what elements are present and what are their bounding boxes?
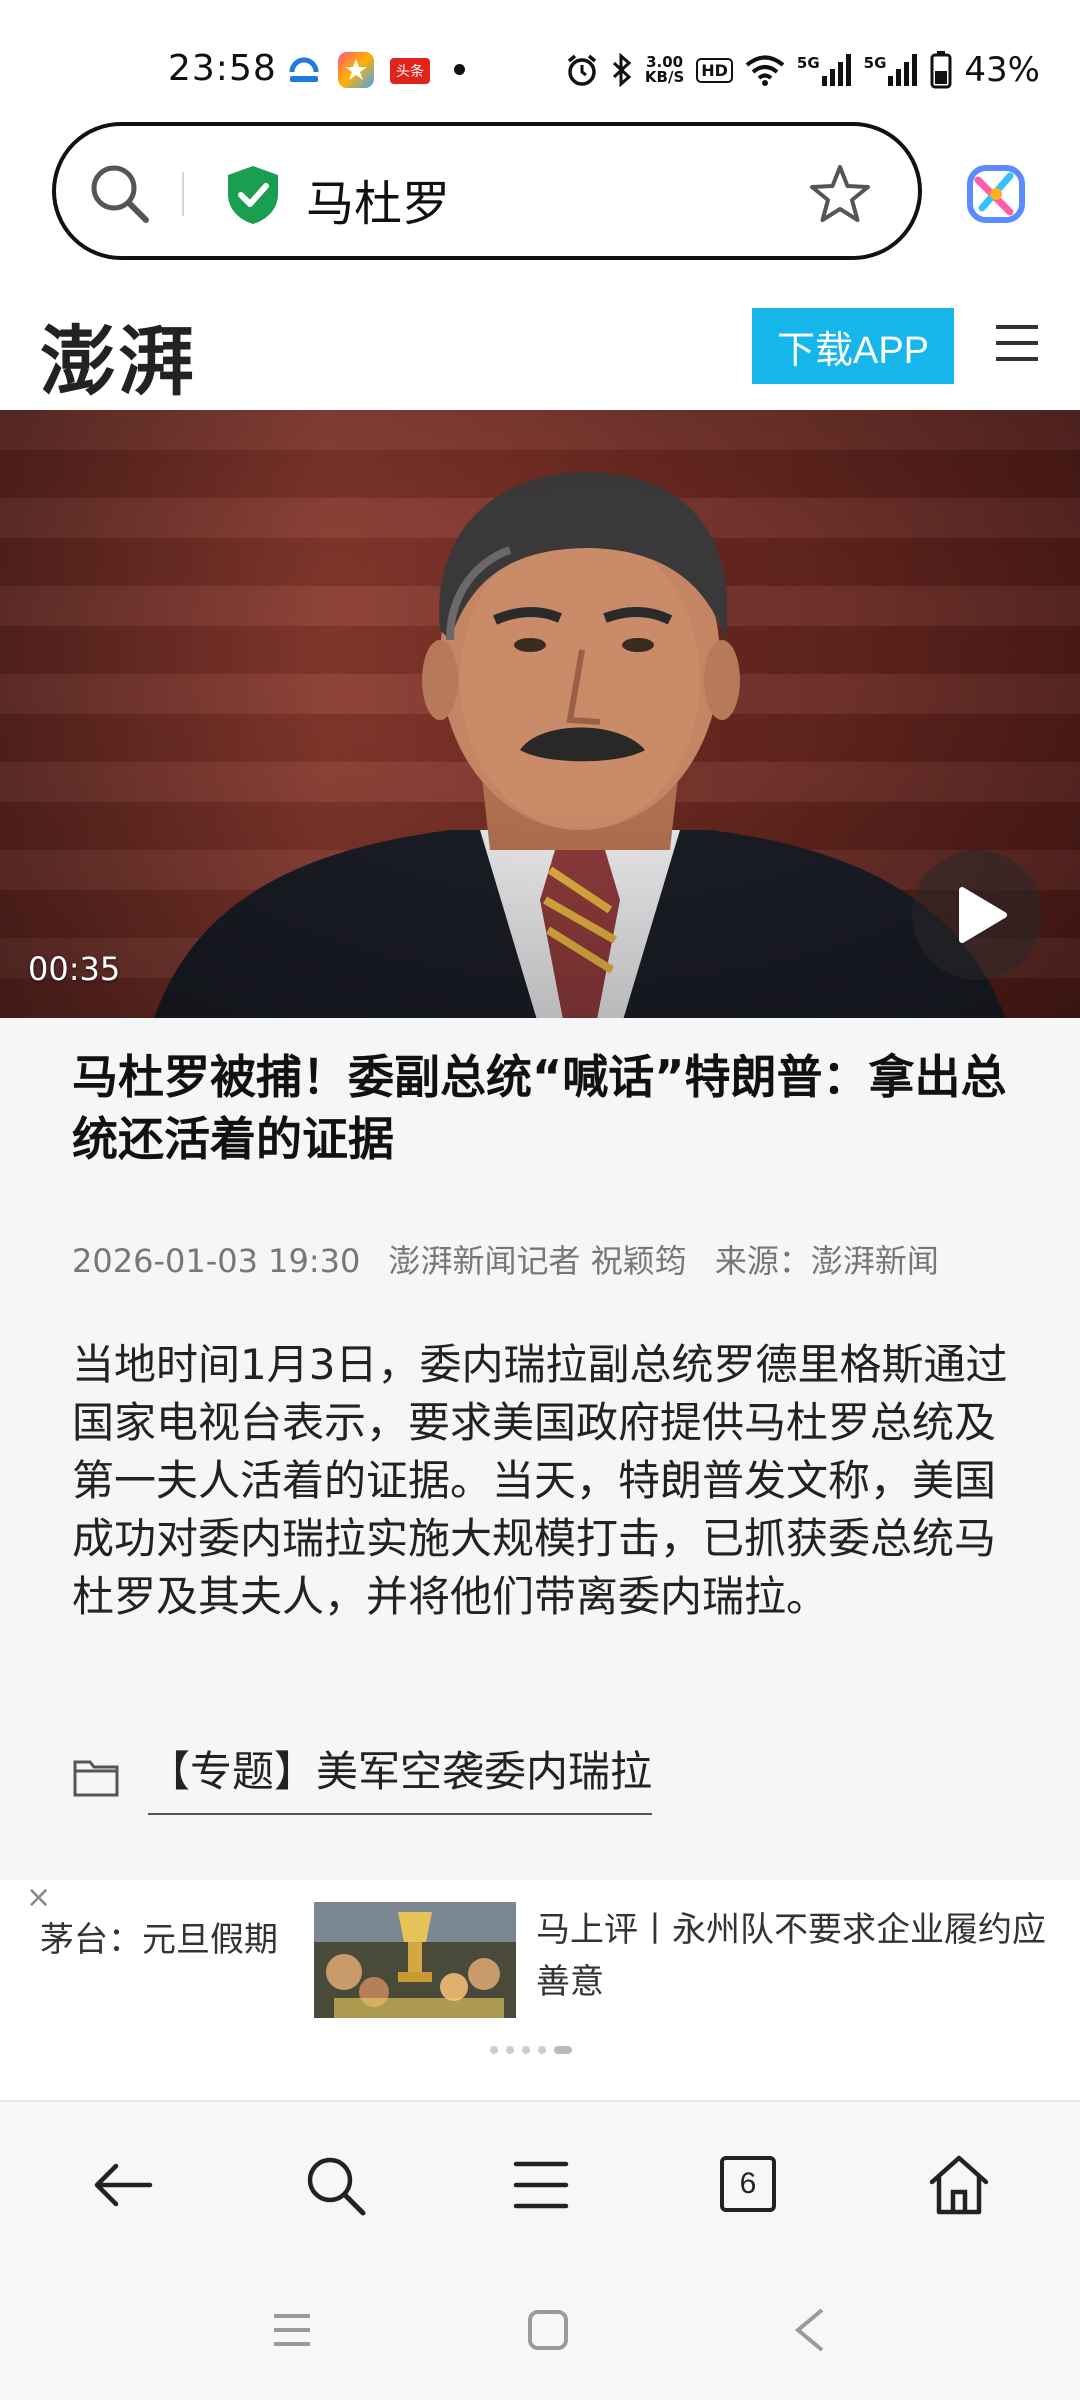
battery-percent: 43% xyxy=(964,50,1040,90)
network-speed: 3.00 KB/S xyxy=(645,55,684,85)
system-nav-bar xyxy=(0,2260,1080,2400)
play-button[interactable] xyxy=(912,850,1042,980)
site-header: 澎湃 下载APP xyxy=(0,290,1080,410)
signal-5g-1-label: 5G xyxy=(796,54,820,72)
battery-icon xyxy=(930,51,952,89)
status-indicators: 3.00 KB/S HD 5G 5G 43% xyxy=(565,48,1040,92)
system-back-button[interactable] xyxy=(780,2300,840,2360)
security-app-icon xyxy=(286,52,322,88)
menu-icon xyxy=(513,2161,569,2209)
browser-logo-icon[interactable] xyxy=(962,160,1030,228)
home-button[interactable] xyxy=(914,2142,1004,2232)
folder-icon xyxy=(73,1760,119,1796)
tabs-button[interactable]: 6 xyxy=(704,2142,794,2232)
carousel-indicator xyxy=(490,2046,572,2054)
bookmark-star-icon[interactable] xyxy=(808,162,872,226)
recommendation-left-item[interactable]: 茅台：元旦假期 xyxy=(40,1912,278,1961)
carousel-dot xyxy=(490,2046,498,2054)
browser-toolbar: 6 xyxy=(0,2100,1080,2260)
secure-shield-icon[interactable] xyxy=(224,164,282,226)
carousel-dot-active xyxy=(554,2046,572,2054)
address-bar[interactable]: 马杜罗 xyxy=(52,122,922,260)
article-datetime: 2026-01-03 19:30 xyxy=(72,1242,361,1280)
system-back-icon xyxy=(794,2308,824,2352)
signal-bars-icon xyxy=(821,54,851,86)
article-title: 马杜罗被捕！委副总统“喊话”特朗普：拿出总统还活着的证据 xyxy=(72,1050,1007,1166)
network-speed-unit: KB/S xyxy=(644,68,685,86)
notification-dot xyxy=(454,64,465,75)
toutiao-badge-label: 头条 xyxy=(396,64,424,80)
tabs-icon: 6 xyxy=(720,2156,776,2212)
signal-5g-2-label: 5G xyxy=(863,54,887,72)
recents-icon xyxy=(274,2314,310,2346)
back-arrow-icon xyxy=(94,2163,153,2207)
carousel-dot xyxy=(522,2046,530,2054)
system-home-icon xyxy=(528,2310,568,2350)
site-logo[interactable]: 澎湃 xyxy=(40,300,196,410)
signal-5g-2: 5G xyxy=(864,54,919,86)
system-home-button[interactable] xyxy=(518,2300,578,2360)
article-reporter: 澎湃新闻记者 祝颖筠 xyxy=(388,1242,687,1280)
video-player[interactable]: 00:35 xyxy=(0,410,1080,1018)
article-source: 来源：澎湃新闻 xyxy=(714,1242,939,1280)
recommendation-title[interactable]: 马上评丨永州队不要求企业履约应善意 xyxy=(536,1904,1056,2008)
toutiao-app-icon: 头条 xyxy=(390,58,430,84)
download-app-button[interactable]: 下载APP xyxy=(752,308,954,384)
play-icon xyxy=(959,887,1007,943)
article-body: 当地时间1月3日，委内瑞拉副总统罗德里格斯通过国家电视台表示，要求美国政府提供马… xyxy=(72,1340,1008,1621)
status-bar: 23:58 头条 3.00 KB/S HD 5G 5G 43% xyxy=(0,0,1080,120)
back-button[interactable] xyxy=(78,2142,168,2232)
article: 马杜罗被捕！委副总统“喊话”特朗普：拿出总统还活着的证据 2026-01-03 … xyxy=(0,1018,1080,1880)
search-button[interactable] xyxy=(290,2142,380,2232)
recommendation-thumbnail[interactable] xyxy=(314,1902,516,2018)
status-time: 23:58 xyxy=(168,48,277,89)
close-icon[interactable]: × xyxy=(26,1880,51,1915)
alarm-icon xyxy=(567,54,597,86)
wifi-icon xyxy=(745,55,785,86)
carousel-dot xyxy=(538,2046,546,2054)
topic-label[interactable]: 【专题】美军空袭委内瑞拉 xyxy=(148,1738,653,1815)
trophy-crowd-image xyxy=(314,1902,516,2018)
carousel-dot xyxy=(506,2046,514,2054)
search-icon[interactable] xyxy=(84,158,154,228)
address-divider xyxy=(182,172,184,216)
address-query[interactable]: 马杜罗 xyxy=(306,164,450,234)
menu-button[interactable] xyxy=(496,2142,586,2232)
star-app-icon xyxy=(338,52,374,88)
article-meta: 2026-01-03 19:30 澎湃新闻记者 祝颖筠 来源：澎湃新闻 xyxy=(72,1236,957,1282)
search-icon xyxy=(307,2157,366,2216)
topic-link[interactable]: 【专题】美军空袭委内瑞拉 xyxy=(72,1738,653,1815)
video-duration: 00:35 xyxy=(28,950,121,988)
recommendation-strip: × 茅台：元旦假期 马上评丨永州队不要求企业履约应善意 xyxy=(0,1880,1080,2100)
hd-voice-badge: HD xyxy=(696,57,733,83)
recents-button[interactable] xyxy=(262,2300,322,2360)
signal-5g-1: 5G xyxy=(797,54,852,86)
home-icon xyxy=(929,2155,989,2215)
hamburger-menu-icon[interactable] xyxy=(994,320,1040,366)
bluetooth-icon xyxy=(612,53,632,87)
signal-bars-icon xyxy=(888,54,918,86)
